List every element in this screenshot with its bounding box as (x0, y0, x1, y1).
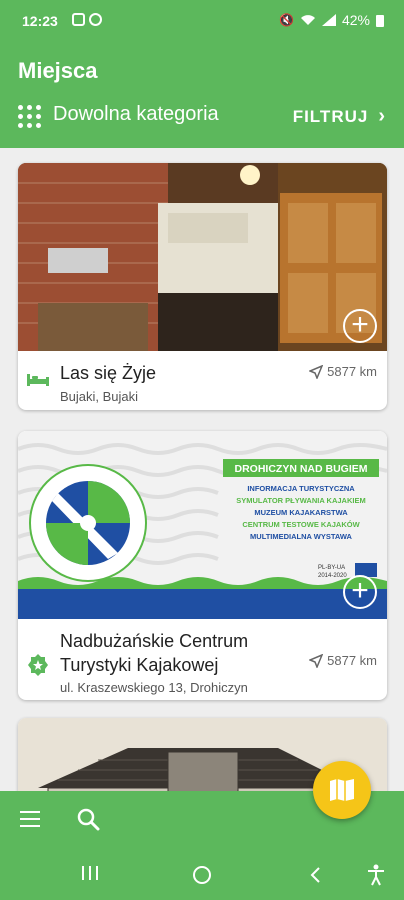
kitchen-photo (18, 163, 387, 351)
place-photo: + (18, 163, 387, 351)
place-address: ul. Kraszewskiego 13, Drohiczyn (60, 680, 248, 695)
battery-percent: 42% (341, 12, 370, 28)
poster-graphic: DROHICZYN NAD BUGIEM INFORMACJA TURYSTYC… (18, 431, 387, 619)
place-card[interactable]: + Las się Żyje Bujaki, Bujaki 5877 km (18, 163, 387, 410)
star-badge-icon (28, 654, 48, 676)
place-name[interactable]: Nadbużańskie Centrum Turystyki Kajakowej (60, 629, 280, 677)
status-bar: 12:23 🔇 42% (0, 0, 404, 38)
place-card[interactable]: DROHICZYN NAD BUGIEM INFORMACJA TURYSTYC… (18, 431, 387, 700)
place-poster: DROHICZYN NAD BUGIEM INFORMACJA TURYSTYC… (18, 431, 387, 619)
app-bar: Miejsca Dowolna kategoria FILTRUJ › (0, 38, 404, 148)
place-address: Bujaki, Bujaki (60, 389, 139, 404)
map-view-button[interactable] (313, 761, 371, 819)
gallery-notification-icon (72, 13, 85, 26)
filter-label: FILTRUJ (292, 106, 369, 126)
map-icon (330, 779, 354, 801)
filter-button[interactable]: FILTRUJ › (293, 105, 386, 128)
wifi-icon (300, 15, 315, 25)
recent-apps-icon[interactable] (80, 864, 100, 882)
accessibility-icon[interactable] (366, 864, 386, 886)
add-to-trip-button[interactable]: + (343, 309, 377, 343)
home-icon[interactable] (192, 865, 212, 885)
notification-icons (72, 13, 102, 26)
poster-headline: DROHICZYN NAD BUGIEM (235, 463, 368, 475)
status-time: 12:23 (22, 13, 58, 29)
place-distance: 5877 km (309, 653, 377, 668)
distance-value: 5877 km (327, 364, 377, 379)
hamburger-menu-icon[interactable] (20, 811, 40, 827)
poster-line: SYMULATOR PŁYWANIA KAJAKIEM (236, 496, 365, 505)
signal-icon (321, 14, 336, 26)
page-title: Miejsca (18, 58, 98, 83)
place-info: Las się Żyje Bujaki, Bujaki 5877 km (18, 351, 387, 410)
place-info: Nadbużańskie Centrum Turystyki Kajakowej… (18, 619, 387, 700)
category-selector[interactable]: Dowolna kategoria (53, 103, 219, 126)
poster-program: PL-BY-UA (318, 565, 345, 571)
category-grid-icon[interactable] (18, 105, 42, 129)
search-icon[interactable] (76, 807, 100, 831)
navigation-arrow-icon (309, 364, 324, 379)
places-list[interactable]: + Las się Żyje Bujaki, Bujaki 5877 km DR… (0, 148, 404, 791)
add-to-trip-button[interactable]: + (343, 575, 377, 609)
poster-years: 2014-2020 (318, 573, 347, 579)
bed-icon (27, 374, 49, 386)
navigation-arrow-icon (309, 653, 324, 668)
poster-line: MULTIMEDIALNA WYSTAWA (250, 532, 353, 541)
mute-icon: 🔇 (279, 13, 294, 27)
poster-line: MUZEUM KAJAKARSTWA (254, 508, 348, 517)
status-right: 🔇 42% (279, 12, 384, 28)
place-distance: 5877 km (309, 364, 377, 379)
battery-icon (376, 14, 384, 27)
poster-line: CENTRUM TESTOWE KAJAKÓW (242, 520, 360, 529)
system-nav-bar (0, 851, 404, 900)
chevron-right-icon: › (378, 105, 386, 127)
distance-value: 5877 km (327, 653, 377, 668)
poster-line: INFORMACJA TURYSTYCZNA (247, 484, 355, 493)
app-notification-icon (89, 13, 102, 26)
back-icon[interactable] (308, 866, 322, 884)
place-name[interactable]: Las się Żyje (60, 361, 156, 385)
